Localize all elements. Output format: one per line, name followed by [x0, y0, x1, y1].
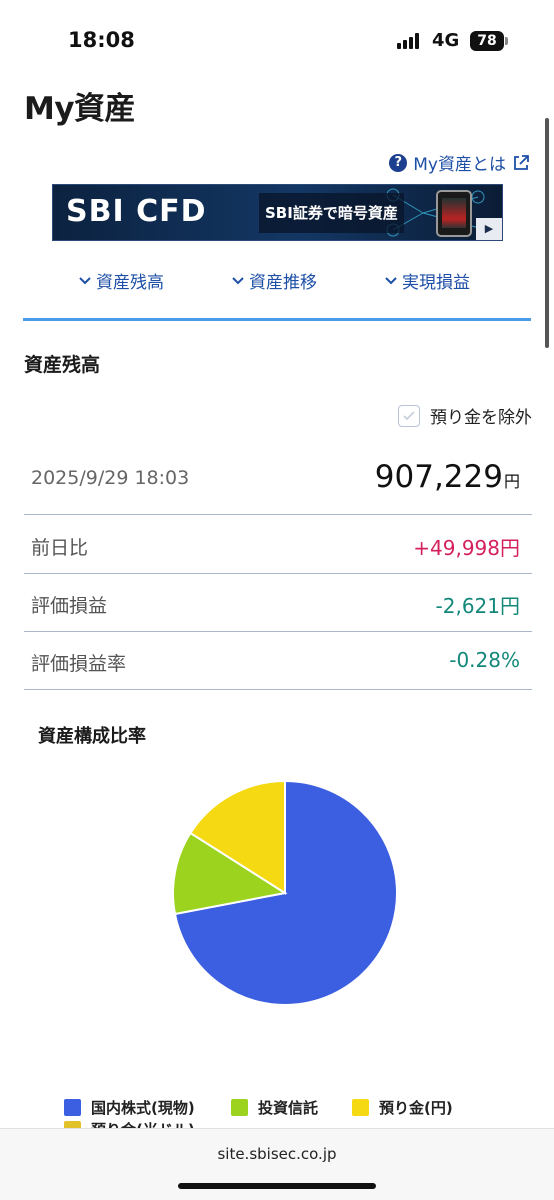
- anchor-nav: 資産残高 資産推移 実現損益: [24, 268, 532, 298]
- url-bar[interactable]: site.sbisec.co.jp: [0, 1145, 554, 1163]
- unrealized-rate-row: 評価損益率 -0.28%: [24, 632, 532, 690]
- composition-pie-chart: [160, 768, 410, 1018]
- battery-icon: 78: [470, 31, 504, 51]
- chevron-down-icon: [79, 276, 91, 284]
- legend-item: 投資信託: [231, 1097, 318, 1118]
- day-change-label: 前日比: [31, 537, 89, 559]
- legend-swatch: [231, 1099, 248, 1116]
- chevron-down-icon: [232, 276, 244, 284]
- question-icon: ?: [389, 153, 408, 172]
- unrealized-pl-value: -2,621円: [435, 594, 520, 618]
- legend-label: 投資信託: [258, 1099, 319, 1117]
- home-indicator[interactable]: [178, 1183, 376, 1189]
- external-link-icon: [514, 154, 529, 170]
- chevron-down-icon: [385, 276, 397, 284]
- anchor-label: 資産残高: [96, 273, 164, 293]
- help-link[interactable]: ? My資産とは: [389, 150, 530, 175]
- anchor-realized[interactable]: 実現損益: [384, 268, 470, 293]
- anchor-balance[interactable]: 資産残高: [78, 268, 164, 293]
- total-balance: 907,229円: [375, 459, 520, 495]
- banner-logo: SBI CFD: [66, 194, 207, 229]
- help-link-label: My資産とは: [413, 155, 506, 175]
- ad-banner[interactable]: SBI CFD SBI証券で暗号資産 ▶: [52, 184, 503, 241]
- total-balance-unit: 円: [503, 472, 520, 491]
- network-type: 4G: [432, 30, 460, 51]
- day-change-value: +49,998円: [413, 536, 520, 560]
- total-balance-value: 907,229: [374, 459, 503, 495]
- exclude-deposit-label: 預り金を除外: [430, 408, 532, 428]
- day-change-row: 前日比 +49,998円: [24, 516, 532, 574]
- unrealized-rate-value: -0.28%: [449, 648, 520, 672]
- banner-text: SBI証券で暗号資産: [259, 193, 404, 233]
- composition-title: 資産構成比率: [38, 726, 146, 747]
- legend-swatch: [64, 1099, 81, 1116]
- scrollbar-thumb[interactable]: [545, 118, 549, 348]
- anchor-label: 実現損益: [402, 273, 470, 293]
- check-icon: [403, 410, 415, 420]
- play-icon: ▶: [476, 218, 502, 240]
- section-title-balance: 資産残高: [24, 354, 101, 376]
- page-title: My資産: [24, 91, 136, 127]
- unrealized-rate-label: 評価損益率: [31, 653, 127, 675]
- total-balance-row: 2025/9/29 18:03 907,229円: [24, 455, 532, 515]
- section-divider: [23, 318, 531, 321]
- exclude-deposit-checkbox[interactable]: [398, 404, 420, 427]
- legend-item: 国内株式(現物): [64, 1097, 195, 1118]
- anchor-trend[interactable]: 資産推移: [231, 268, 317, 293]
- pie-svg: [172, 779, 398, 1006]
- legend-swatch: [352, 1099, 369, 1116]
- battery-tip: [505, 37, 508, 45]
- legend-label: 国内株式(現物): [91, 1099, 195, 1117]
- legend-label: 預り金(円): [379, 1099, 453, 1117]
- status-bar: 18:08 4G 78: [0, 0, 554, 78]
- browser-bar: site.sbisec.co.jp: [0, 1128, 554, 1200]
- legend-item: 預り金(円): [352, 1097, 453, 1118]
- anchor-label: 資産推移: [249, 273, 317, 293]
- exclude-deposit-toggle[interactable]: 預り金を除外: [398, 403, 532, 428]
- signal-icon: [397, 33, 423, 49]
- unrealized-pl-label: 評価損益: [31, 595, 108, 617]
- status-time: 18:08: [68, 28, 135, 52]
- as-of-timestamp: 2025/9/29 18:03: [31, 467, 190, 489]
- phone-graphic: [436, 190, 472, 237]
- unrealized-pl-row: 評価損益 -2,621円: [24, 574, 532, 632]
